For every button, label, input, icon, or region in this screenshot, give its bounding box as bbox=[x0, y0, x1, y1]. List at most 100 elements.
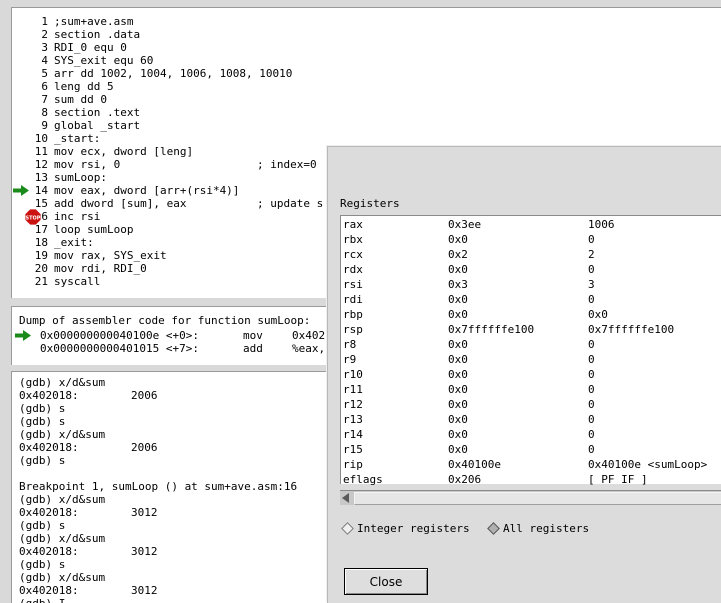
register-hex: 0x0 bbox=[448, 428, 468, 441]
source-code: section .text bbox=[54, 106, 141, 119]
line-number: 4 bbox=[41, 54, 48, 67]
assembly-header: Dump of assembler code for function sumL… bbox=[19, 314, 311, 327]
register-row[interactable]: rsi 0x3 3 bbox=[341, 277, 721, 292]
source-line[interactable]: 19 mov rax, SYS_exit bbox=[12, 249, 167, 262]
radio-all-label: All registers bbox=[503, 522, 590, 535]
register-row[interactable]: rdx 0x0 0 bbox=[341, 262, 721, 277]
asm-opcode: mov bbox=[243, 329, 263, 342]
register-row[interactable]: r13 0x0 0 bbox=[341, 412, 721, 427]
line-number: 1 bbox=[41, 15, 48, 28]
register-name: rbp bbox=[343, 308, 363, 321]
source-code: sum dd 0 bbox=[54, 93, 107, 106]
line-number: 8 bbox=[41, 106, 48, 119]
console-value: 3012 bbox=[131, 584, 158, 597]
source-line[interactable]: 18 _exit: bbox=[12, 236, 94, 249]
console-text: (gdb) s bbox=[19, 558, 66, 571]
register-row[interactable]: r12 0x0 0 bbox=[341, 397, 721, 412]
register-hex: 0x0 bbox=[448, 398, 468, 411]
console-text: (gdb) x/d&sum bbox=[19, 532, 106, 545]
source-line[interactable]: 10 _start: bbox=[12, 132, 101, 145]
console-value: 2006 bbox=[131, 441, 158, 454]
source-line[interactable]: 16 inc rsi STOP bbox=[12, 209, 100, 225]
source-line[interactable]: 3 RDI_0 equ 0 bbox=[12, 41, 126, 54]
register-row[interactable]: rdi 0x0 0 bbox=[341, 292, 721, 307]
console-text: (gdb) s bbox=[19, 519, 66, 532]
radio-all-registers[interactable]: All registers bbox=[487, 521, 590, 536]
console-text: 0x402018: bbox=[19, 389, 79, 402]
source-line[interactable]: 14 mov eax, dword [arr+(rsi*4)] bbox=[12, 184, 239, 197]
console-line: (gdb) x/d&sum bbox=[19, 376, 297, 389]
source-code: _exit: bbox=[54, 236, 94, 249]
source-line[interactable]: 8 section .text bbox=[12, 106, 140, 119]
register-name: rdi bbox=[343, 293, 363, 306]
register-hex: 0x0 bbox=[448, 443, 468, 456]
source-line[interactable]: 6 leng dd 5 bbox=[12, 80, 113, 93]
source-line[interactable]: 11 mov ecx, dword [leng] bbox=[12, 145, 193, 158]
source-code: mov rdi, RDI_0 bbox=[54, 262, 147, 275]
register-row[interactable]: rax 0x3ee 1006 bbox=[341, 217, 721, 232]
source-line[interactable]: 21 syscall bbox=[12, 275, 101, 288]
register-value: 0 bbox=[588, 263, 595, 276]
source-code: _start: bbox=[54, 132, 101, 145]
register-value: 0 bbox=[588, 428, 595, 441]
console-text: (gdb) x/d&sum bbox=[19, 376, 106, 389]
register-row[interactable]: r9 0x0 0 bbox=[341, 352, 721, 367]
console-line: (gdb) x/d&sum bbox=[19, 532, 297, 545]
register-row[interactable]: r10 0x0 0 bbox=[341, 367, 721, 382]
console-text: Breakpoint 1, sumLoop () at sum+ave.asm:… bbox=[19, 480, 298, 493]
register-row[interactable]: r11 0x0 0 bbox=[341, 382, 721, 397]
scroll-left-arrow-icon[interactable] bbox=[342, 493, 349, 503]
register-row[interactable]: r14 0x0 0 bbox=[341, 427, 721, 442]
console-line: (gdb) I bbox=[19, 597, 297, 603]
source-code: global _start bbox=[54, 119, 141, 132]
close-button[interactable]: Close bbox=[344, 568, 428, 595]
source-line[interactable]: 2 section .data bbox=[12, 28, 140, 41]
horizontal-scrollbar[interactable] bbox=[340, 490, 721, 505]
register-name: r9 bbox=[343, 353, 357, 366]
console-text: (gdb) x/d&sum bbox=[19, 428, 106, 441]
source-line[interactable]: 7 sum dd 0 bbox=[12, 93, 107, 106]
source-line[interactable]: 4 SYS_exit equ 60 bbox=[12, 54, 153, 67]
line-number: 12 bbox=[34, 158, 48, 171]
source-code: inc rsi bbox=[54, 210, 101, 223]
register-value: 0 bbox=[588, 368, 595, 381]
register-name: rsp bbox=[343, 323, 363, 336]
source-lines: 1 ;sum+ave.asm 2 section .data 3 RDI_0 equ 04… bbox=[12, 15, 323, 288]
source-line[interactable]: 9 global _start bbox=[12, 119, 140, 132]
source-code: SYS_exit equ 60 bbox=[54, 54, 154, 67]
console-text: (gdb) I bbox=[19, 597, 65, 603]
line-number: 10 bbox=[34, 132, 48, 145]
console-line: (gdb) x/d&sum bbox=[19, 493, 297, 506]
register-row[interactable]: rip 0x40100e 0x40100e <sumLoop> bbox=[341, 457, 721, 472]
register-hex: 0x0 bbox=[448, 233, 468, 246]
console-value: 2006 bbox=[131, 389, 158, 402]
register-value: 0 bbox=[588, 233, 595, 246]
source-line[interactable]: 12 mov rsi, 0 ; index=0 bbox=[12, 158, 317, 171]
registers-list[interactable]: rax 0x3ee 1006 rbx 0x0 0 rcx 0x2 2 rdx 0x0 0 rsi 0x3 3… bbox=[340, 215, 721, 487]
source-code: mov rax, SYS_exit bbox=[54, 249, 167, 262]
source-code: syscall bbox=[54, 275, 101, 288]
register-name: r15 bbox=[343, 443, 363, 456]
register-hex: 0x0 bbox=[448, 293, 468, 306]
source-line[interactable]: 1 ;sum+ave.asm bbox=[12, 15, 133, 28]
register-row[interactable]: r15 0x0 0 bbox=[341, 442, 721, 457]
radio-integer-registers[interactable]: Integer registers bbox=[341, 521, 470, 536]
source-line[interactable]: 17 loop sumLoop bbox=[12, 223, 134, 236]
source-comment: ; update s bbox=[257, 197, 324, 210]
source-line[interactable]: 5 arr dd 1002, 1004, 1006, 1008, 10010 bbox=[12, 67, 292, 80]
register-row[interactable]: rsp 0x7ffffffe100 0x7ffffffe100 bbox=[341, 322, 721, 337]
register-row[interactable]: r8 0x0 0 bbox=[341, 337, 721, 352]
register-row[interactable]: eflags 0x206 [ PF IF ] bbox=[341, 472, 721, 487]
register-row[interactable]: rcx 0x2 2 bbox=[341, 247, 721, 262]
line-number: 2 bbox=[41, 28, 48, 41]
register-value: 0 bbox=[588, 338, 595, 351]
line-number: 21 bbox=[34, 275, 48, 288]
source-code: add dword [sum], eax bbox=[54, 197, 187, 210]
register-row[interactable]: rbx 0x0 0 bbox=[341, 232, 721, 247]
console-line: 0x402018: 3012 bbox=[19, 545, 297, 558]
source-line[interactable]: 20 mov rdi, RDI_0 bbox=[12, 262, 147, 275]
scrollbar-thumb[interactable] bbox=[354, 492, 721, 505]
register-value: 0 bbox=[588, 293, 595, 306]
register-row[interactable]: rbp 0x0 0x0 bbox=[341, 307, 721, 322]
source-line[interactable]: 13 sumLoop: bbox=[12, 171, 107, 184]
